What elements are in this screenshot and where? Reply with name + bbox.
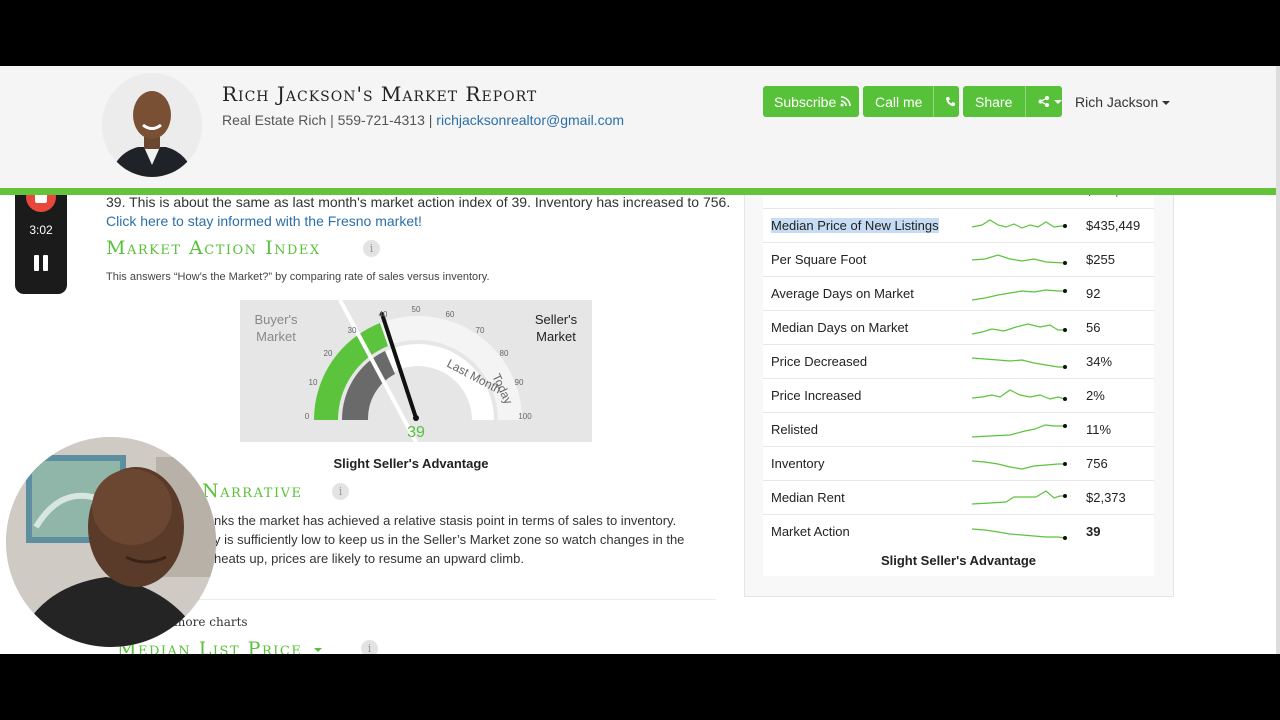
stat-row[interactable]: Inventory 756 <box>763 446 1154 481</box>
gauge-tick: 30 <box>348 326 357 335</box>
stat-label: Price Decreased <box>771 354 868 369</box>
webcam-overlay <box>6 437 216 647</box>
share-button[interactable]: Share <box>963 86 1062 117</box>
stat-value: 92 <box>1086 286 1101 301</box>
sellers-market-label: Seller's <box>535 312 578 327</box>
gauge-tick: 0 <box>305 412 310 421</box>
stat-label: Average Days on Market <box>771 286 914 301</box>
stat-value: 34% <box>1086 354 1113 369</box>
chevron-down-icon <box>1162 101 1171 106</box>
buyers-market-label: Market <box>256 329 296 344</box>
gauge-tick: 20 <box>324 349 333 358</box>
sparkline <box>971 528 1067 540</box>
subscribe-button[interactable]: Subscribe <box>763 86 859 117</box>
market-action-index-title: Market Action Index <box>106 237 321 259</box>
stat-value: $2,373 <box>1086 490 1126 505</box>
info-icon[interactable]: i <box>361 640 378 654</box>
scrollbar[interactable] <box>1276 66 1280 654</box>
stat-row[interactable]: Per Square Foot $255 <box>763 242 1154 277</box>
sparkline <box>971 490 1067 505</box>
stat-value: 39 <box>1086 524 1101 539</box>
stat-label: Per Square Foot <box>771 252 867 267</box>
pause-icon[interactable] <box>34 255 48 271</box>
stat-value: 56 <box>1086 320 1101 335</box>
phone-icon <box>946 97 955 107</box>
stat-label: Median Rent <box>771 490 845 505</box>
gauge-tick: 40 <box>379 310 388 319</box>
market-action-description: This answers “How’s the Market?” by comp… <box>106 271 490 283</box>
sparkline <box>971 389 1067 401</box>
sparkline <box>971 289 1067 301</box>
info-icon[interactable]: i <box>332 483 349 500</box>
user-menu[interactable]: Rich Jackson <box>1075 94 1171 110</box>
stat-row[interactable]: Relisted 11% <box>763 412 1154 447</box>
recording-timer: 3:02 <box>29 223 53 237</box>
market-action-gauge: 0 10 20 30 40 50 60 70 80 90 100 Buyer's… <box>240 300 592 442</box>
stats-caption: Slight Seller's Advantage <box>880 553 1037 568</box>
stat-row[interactable]: Price Decreased 34% <box>763 344 1154 379</box>
call-me-button[interactable]: Call me <box>863 86 959 117</box>
stat-row[interactable]: Median Price of New Listings $435,449 <box>763 208 1154 243</box>
stat-row[interactable]: Market Action 39 <box>763 514 1154 549</box>
stat-value: $255 <box>1086 252 1115 267</box>
report-title: Rich Jackson's Market Report <box>222 82 538 106</box>
stat-label: Relisted <box>771 422 818 437</box>
stat-label: Price Increased <box>771 388 862 403</box>
stat-row[interactable]: Average Days on Market 92 <box>763 276 1154 311</box>
rss-icon <box>840 96 852 107</box>
email-link[interactable]: richjacksonrealtor@gmail.com <box>436 112 624 128</box>
gauge-tick: 70 <box>476 326 485 335</box>
stat-label: Market Action <box>771 524 850 539</box>
sparkline <box>971 357 1067 369</box>
stat-value: 11% <box>1086 422 1112 437</box>
gauge-tick: 90 <box>515 378 524 387</box>
sparkline <box>971 424 1067 438</box>
stay-informed-link[interactable]: Click here to stay informed with the Fre… <box>106 213 422 229</box>
sparkline <box>971 219 1067 229</box>
gauge-tick: 80 <box>500 349 509 358</box>
gauge-caption: Slight Seller's Advantage <box>333 456 489 471</box>
contact-line: Real Estate Rich | 559-721-4313 | richja… <box>222 112 625 128</box>
stat-row[interactable]: Price Increased 2% <box>763 378 1154 413</box>
stat-label: Inventory <box>771 456 825 471</box>
gauge-value: 39 <box>407 424 425 441</box>
agent-avatar <box>102 73 202 177</box>
median-list-price-title[interactable]: Median List Price <box>117 638 322 654</box>
stat-value: 756 <box>1086 456 1108 471</box>
stat-label: Median Price of New Listings <box>771 218 939 233</box>
site-header: Rich Jackson's Market Report Real Estate… <box>0 66 1280 195</box>
stat-row[interactable]: Median Days on Market 56 <box>763 310 1154 345</box>
narrative-line: y is sufficiently low to keep us in the … <box>214 532 685 547</box>
stat-value: $435,449 <box>1086 218 1141 233</box>
narrative-line: nks the market has achieved a relative s… <box>214 513 677 528</box>
info-icon[interactable]: i <box>363 240 380 257</box>
buyers-market-label: Buyer's <box>255 312 298 327</box>
gauge-tick: 10 <box>309 378 318 387</box>
sparkline <box>971 323 1067 335</box>
gauge-tick: 60 <box>446 310 455 319</box>
sparkline <box>971 460 1067 470</box>
stat-value: 2% <box>1086 388 1105 403</box>
sparkline <box>971 254 1067 265</box>
intro-text: 39. This is about the same as last month… <box>106 194 731 210</box>
share-icon <box>1038 96 1049 107</box>
gauge-tick: 50 <box>412 305 421 314</box>
narrative-title: Narrative <box>202 480 303 502</box>
chevron-down-icon <box>1054 99 1062 104</box>
stat-row[interactable]: Median Rent $2,373 <box>763 480 1154 515</box>
narrative-line: heats up, prices are likely to resume an… <box>214 551 524 566</box>
more-charts-link[interactable]: more charts <box>174 615 248 629</box>
sellers-market-label: Market <box>536 329 576 344</box>
gauge-tick: 100 <box>518 412 532 421</box>
stat-label: Median Days on Market <box>771 320 909 335</box>
